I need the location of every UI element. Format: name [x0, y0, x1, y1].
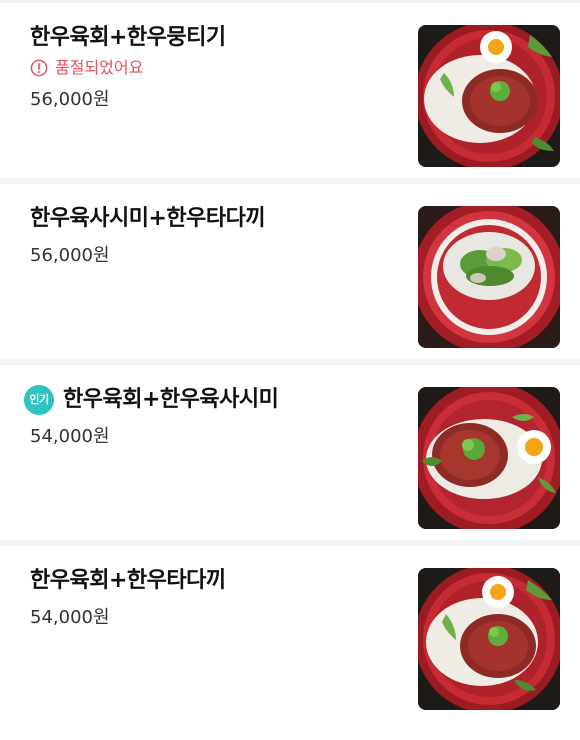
soldout-label: 품절되었어요 [55, 58, 144, 77]
menu-photo[interactable] [418, 568, 560, 710]
popular-badge: 인기 [24, 385, 54, 415]
menu-name: 한우육회+한우타다끼 [30, 568, 226, 593]
menu-item[interactable]: 한우육사시미+한우타다끼 56,000원 [0, 184, 580, 365]
menu-name: 한우육회+한우육사시미 [63, 387, 279, 412]
menu-name: 한우육사시미+한우타다끼 [30, 206, 266, 231]
soldout-notice: 품절되었어요 [30, 58, 400, 78]
menu-item[interactable]: 인기 한우육회+한우육사시미 54,000원 [0, 365, 580, 546]
menu-info: 인기 한우육회+한우육사시미 54,000원 [24, 385, 400, 449]
menu-photo[interactable] [418, 206, 560, 348]
menu-price: 54,000원 [30, 607, 110, 628]
menu-item[interactable]: 한우육회+한우타다끼 54,000원 [0, 546, 580, 727]
menu-list: 한우육회+한우뭉티기 품절되었어요 56,000원 한우육사시미+한우타다끼 5… [0, 3, 580, 727]
menu-price: 56,000원 [30, 245, 110, 266]
menu-price: 56,000원 [30, 89, 110, 110]
menu-info: 한우육회+한우타다끼 54,000원 [30, 566, 400, 630]
menu-info: 한우육사시미+한우타다끼 56,000원 [30, 204, 400, 268]
menu-name: 한우육회+한우뭉티기 [30, 25, 226, 50]
menu-item[interactable]: 한우육회+한우뭉티기 품절되었어요 56,000원 [0, 3, 580, 184]
menu-photo[interactable] [418, 25, 560, 167]
alert-circle-icon [30, 59, 48, 77]
menu-info: 한우육회+한우뭉티기 품절되었어요 56,000원 [30, 23, 400, 112]
menu-name-row: 인기 한우육회+한우육사시미 [24, 385, 400, 415]
menu-photo[interactable] [418, 387, 560, 529]
menu-price: 54,000원 [30, 426, 110, 447]
